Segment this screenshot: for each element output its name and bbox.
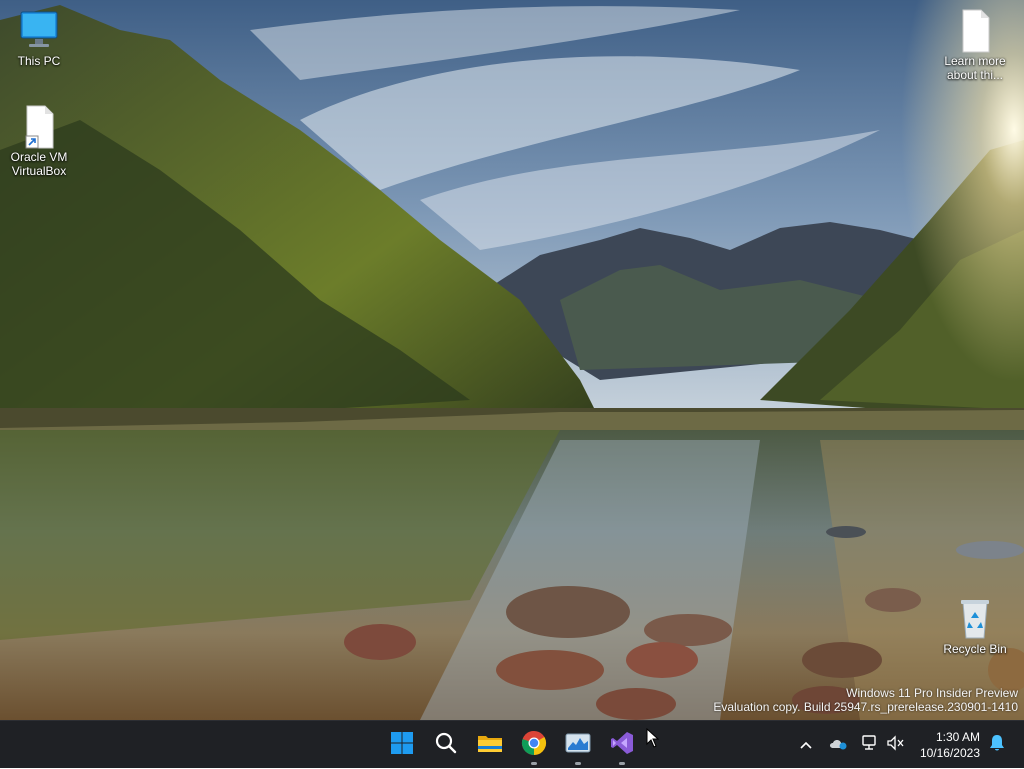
taskbar-app-file-explorer[interactable] <box>472 727 508 763</box>
onedrive-icon <box>828 736 848 755</box>
recycle-bin-icon <box>951 596 999 640</box>
search-icon <box>434 731 458 760</box>
notifications-button[interactable] <box>986 721 1008 769</box>
shortcut-file-icon <box>15 104 63 149</box>
watermark-edition: Windows 11 Pro Insider Preview <box>846 686 1018 700</box>
taskbar-app-visual-studio[interactable] <box>604 727 640 765</box>
volume-tray-button[interactable] <box>884 721 906 769</box>
running-indicator <box>619 762 625 765</box>
monitor-icon <box>15 8 63 52</box>
clock-time: 1:30 AM <box>935 730 980 744</box>
taskbar-clock[interactable]: 1:30 AM 10/16/2023 <box>920 729 980 761</box>
running-indicator <box>531 762 537 765</box>
folder-icon <box>477 732 503 759</box>
taskbar: 1:30 AM 10/16/2023 <box>0 720 1024 768</box>
volume-muted-icon <box>886 734 904 756</box>
mouse-cursor-icon <box>646 727 660 748</box>
running-indicator <box>575 762 581 765</box>
show-hidden-icons-button[interactable] <box>796 721 816 769</box>
desktop-icon-oracle-vm-virtualbox[interactable]: Oracle VM VirtualBox <box>1 104 77 178</box>
chevron-up-icon <box>800 736 812 754</box>
desktop-icon-this-pc[interactable]: This PC <box>1 8 77 68</box>
network-tray-button[interactable] <box>858 721 880 769</box>
onedrive-tray-button[interactable] <box>826 721 850 769</box>
desktop-icon-label: Learn more about thi... <box>944 54 1006 82</box>
visual-studio-icon <box>609 730 635 761</box>
start-button[interactable] <box>384 727 420 763</box>
evaluation-watermark: Windows 11 Pro Insider Preview Evaluatio… <box>713 686 1018 714</box>
network-icon <box>860 734 878 756</box>
desktop-icon-learn-more[interactable]: Learn more about thi... <box>937 8 1013 82</box>
clock-date: 10/16/2023 <box>919 746 980 760</box>
desktop-icon-label: This PC <box>17 54 61 68</box>
desktop-icon-label: Oracle VM VirtualBox <box>10 150 68 178</box>
search-button[interactable] <box>428 727 464 763</box>
notification-bell-icon <box>989 734 1005 757</box>
task-manager-icon <box>565 732 591 759</box>
desktop-icon-recycle-bin[interactable]: Recycle Bin <box>937 596 1013 656</box>
desktop-icon-label: Recycle Bin <box>943 642 1007 656</box>
taskbar-app-task-manager[interactable] <box>560 727 596 765</box>
taskbar-app-chrome[interactable] <box>516 727 552 765</box>
desktop-wallpaper <box>0 0 1024 720</box>
chrome-icon <box>521 730 547 761</box>
windows-start-icon <box>390 731 414 760</box>
file-icon <box>951 8 999 53</box>
watermark-build: Evaluation copy. Build 25947.rs_prerelea… <box>713 700 1018 714</box>
